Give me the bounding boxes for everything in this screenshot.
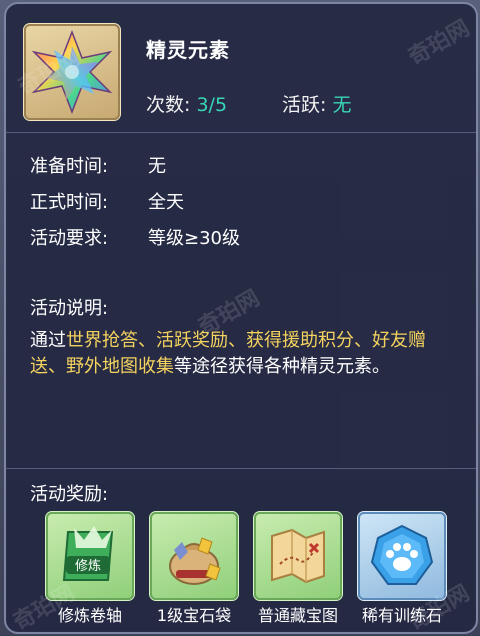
- description-text: 通过世界抢答、活跃奖励、获得援助积分、好友赠送、野外地图收集等途径获得各种精灵元…: [30, 328, 456, 380]
- treasure-map-icon: [271, 528, 325, 584]
- prep-time-label: 准备时间:: [30, 156, 109, 177]
- reward-training-stone[interactable]: [358, 512, 446, 600]
- activity-detail-panel: 精灵元素 次数: 3/5 活跃: 无 准备时间: 无 正式时间: 全天 活动要求: 等…: [4, 2, 478, 634]
- item-title: 精灵元素: [146, 38, 230, 62]
- panel-header: 精灵元素 次数: 3/5 活跃: 无: [6, 4, 476, 133]
- active-value: 无: [332, 94, 352, 116]
- requirement-value: 等级≥30级: [148, 228, 240, 249]
- reward-name: 修炼卷轴: [57, 606, 122, 625]
- official-time-label: 正式时间:: [30, 192, 109, 213]
- description-label: 活动说明:: [30, 298, 109, 319]
- reward-name: 稀有训练石: [361, 606, 442, 625]
- official-time-row: 正式时间: 全天: [30, 188, 184, 214]
- requirement-row: 活动要求: 等级≥30级: [30, 224, 240, 250]
- description-part: 等途径获得各种精灵元素。: [174, 356, 390, 377]
- reward-name: 普通藏宝图: [257, 606, 338, 625]
- official-time-value: 全天: [148, 192, 184, 213]
- count-value: 3/5: [196, 94, 228, 116]
- scroll-icon-text: 修炼: [75, 559, 101, 574]
- rewards-label: 活动奖励:: [30, 484, 109, 505]
- rainbow-star-crystal-icon: [31, 30, 113, 114]
- reward-name: 1级宝石袋: [156, 606, 232, 625]
- cultivation-scroll-icon: 修炼: [62, 526, 114, 581]
- active-stat: 活跃: 无: [282, 90, 351, 117]
- item-icon-frame: [24, 24, 120, 120]
- count-stat: 次数: 3/5: [146, 90, 227, 117]
- requirement-label: 活动要求:: [30, 228, 109, 249]
- prep-time-value: 无: [148, 156, 166, 177]
- prep-time-row: 准备时间: 无: [30, 152, 166, 178]
- count-label: 次数:: [146, 94, 191, 116]
- active-label: 活跃:: [282, 94, 327, 116]
- description-part: 通过: [30, 330, 66, 351]
- gem-bag-icon: [169, 537, 221, 585]
- reward-gem-bag[interactable]: [150, 512, 238, 600]
- reward-cultivation-scroll[interactable]: 修炼: [46, 512, 134, 600]
- reward-treasure-map[interactable]: [254, 512, 342, 600]
- paw-training-stone-icon: [370, 524, 434, 585]
- divider: [6, 468, 476, 469]
